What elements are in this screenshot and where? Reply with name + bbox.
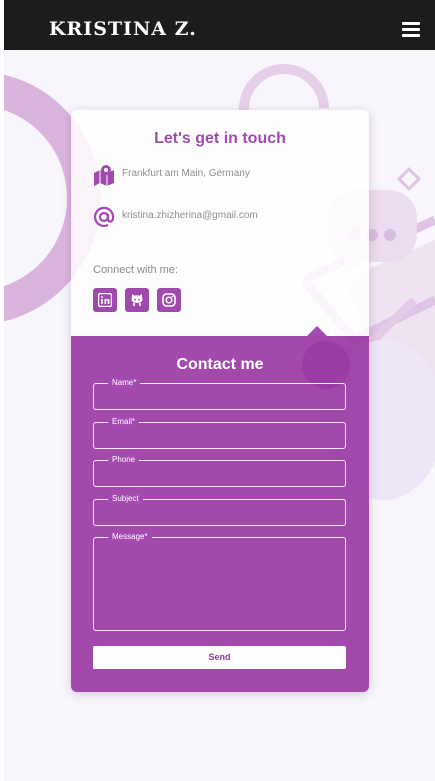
map-icon xyxy=(94,165,114,186)
at-sign-icon xyxy=(93,206,115,227)
panel-notch xyxy=(307,326,327,336)
linkedin-button[interactable] xyxy=(93,288,117,312)
name-field[interactable]: Name* xyxy=(93,377,346,410)
top-navbar: KRISTINA Z. xyxy=(4,0,435,50)
subject-field-label: Subject xyxy=(108,493,143,505)
phone-field-label: Phone xyxy=(108,454,140,466)
send-button[interactable]: Send xyxy=(93,646,346,669)
instagram-button[interactable] xyxy=(157,288,181,312)
github-button[interactable] xyxy=(125,288,149,312)
email-link[interactable]: kristina.zhizherina@gmail.com xyxy=(122,210,258,221)
linkedin-icon xyxy=(98,293,112,307)
name-field-label: Name* xyxy=(108,377,141,389)
message-field[interactable]: Message* xyxy=(93,531,346,631)
contact-info-panel: Let's get in touch Frankfurt am Main, Ge… xyxy=(71,110,369,336)
address-text: Frankfurt am Main, Germany xyxy=(122,168,250,179)
instagram-icon xyxy=(162,293,176,307)
contact-card: Let's get in touch Frankfurt am Main, Ge… xyxy=(71,110,369,692)
email-field-label: Email* xyxy=(108,416,140,428)
subject-field[interactable]: Subject xyxy=(93,493,346,526)
message-field-label: Message* xyxy=(108,531,152,543)
email-field[interactable]: Email* xyxy=(93,416,346,449)
brand-logo-text[interactable]: KRISTINA Z. xyxy=(49,18,197,40)
github-icon xyxy=(131,294,143,306)
contact-form-title: Contact me xyxy=(176,356,264,373)
connect-label: Connect with me: xyxy=(93,264,178,276)
hamburger-menu-icon[interactable] xyxy=(402,22,420,37)
page: KRISTINA Z. Let's get in touch Frankfurt… xyxy=(4,0,435,781)
phone-field[interactable]: Phone xyxy=(93,454,346,487)
get-in-touch-title: Let's get in touch xyxy=(154,130,286,147)
